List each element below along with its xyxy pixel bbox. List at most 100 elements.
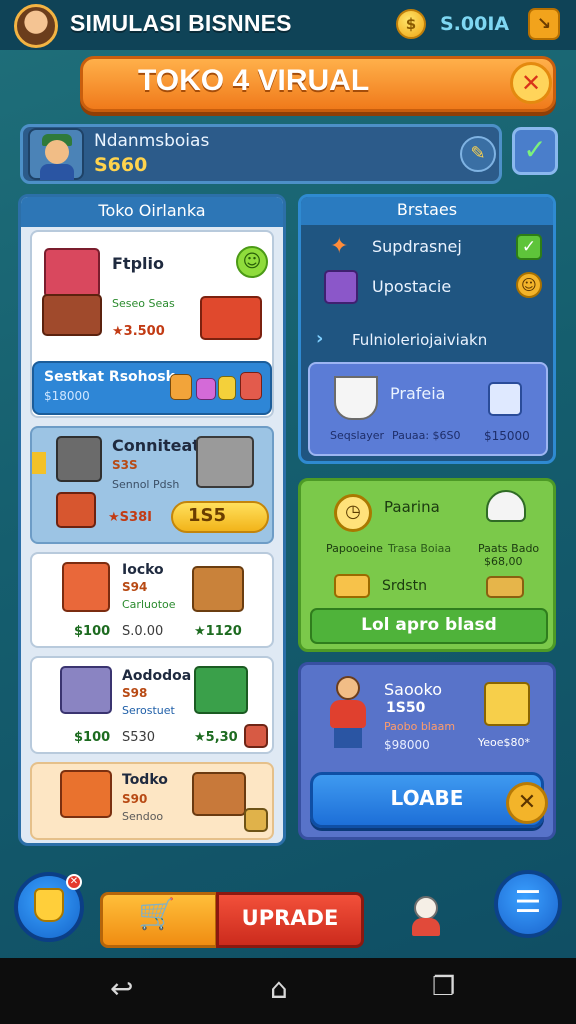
reward-meta: $68,00 [484, 555, 523, 568]
item-star-price: ★5,30 [194, 730, 238, 745]
upgrade-label: UPRADE [241, 906, 339, 930]
confirm-button[interactable]: ✓ [512, 127, 558, 175]
subcard-meta: Pauaa: $6S0 [392, 429, 461, 442]
item-name: Aododoa [122, 668, 192, 684]
box-icon [56, 492, 96, 528]
strip-label: Sestkat Rsohosk [44, 369, 175, 385]
item-code: S98 [122, 686, 148, 700]
system-nav-bar [0, 958, 576, 1024]
item-sub: Sendoo [122, 810, 164, 823]
item-price-secondary: S530 [122, 730, 156, 745]
crate-icon [42, 294, 102, 336]
cart-icon: 🛒 [138, 897, 176, 932]
coin-balance: S.00IA [440, 13, 510, 35]
item-star-price: ★S38I [108, 510, 152, 525]
reward-meta: Paats Bado [478, 542, 540, 555]
worker-sub: Paobo blaam [384, 720, 456, 733]
sparkle-icon: ✦ [330, 234, 349, 259]
item-sub: Sennol Pdsh [112, 478, 180, 491]
app-title: SIMULASI BISNNES [70, 10, 292, 36]
item-code: S94 [122, 580, 148, 594]
worker-title: Saooko [384, 680, 443, 699]
subcard-title: Prafeia [390, 384, 446, 403]
cart-icon [60, 666, 112, 714]
profile-name: Ndanmsboias [94, 131, 210, 151]
bowl-icon [334, 376, 378, 420]
pill-value: 1S5 [188, 505, 227, 526]
item-code: S3S [112, 458, 138, 472]
strip-price: $18000 [44, 389, 90, 403]
item-name: Ftplio [112, 254, 164, 273]
cart-icon [62, 562, 110, 612]
product-icon [218, 376, 236, 400]
worker-price: $98000 [384, 738, 430, 752]
goods-icon [486, 576, 524, 598]
home-icon[interactable]: ⌂ [270, 972, 288, 1005]
item-code: S90 [122, 792, 148, 806]
shop-list-title: Toko Oirlanka [98, 201, 206, 220]
item-price: $100 [74, 730, 111, 745]
crate-icon [192, 566, 244, 612]
item-name: Conniteat [112, 436, 200, 455]
folder-icon [334, 574, 370, 598]
item-price-secondary: S.0.00 [122, 624, 164, 639]
item-sub: Carluotoe [122, 598, 176, 611]
reward-meta: Trasa Boiaa [388, 542, 452, 555]
machine-icon [56, 436, 102, 482]
gift-icon[interactable] [244, 724, 268, 748]
reward-meta: Papooeine [326, 542, 383, 555]
basket-icon [194, 666, 248, 714]
goods-icon [200, 296, 262, 340]
chevron-right-icon[interactable]: › [316, 328, 323, 349]
worker-avatar [326, 676, 370, 750]
wrench-icon[interactable]: ✕ [506, 782, 548, 824]
subcard-meta: Seqslayer [330, 429, 385, 442]
item-name: Iocko [122, 562, 164, 578]
product-icon [170, 374, 192, 400]
item-star-price: ★1120 [194, 624, 242, 639]
product-icon [240, 372, 262, 400]
worker-value: 1S50 [386, 700, 426, 716]
edit-icon[interactable] [244, 808, 268, 832]
profile-avatar[interactable] [28, 128, 84, 180]
mascot-icon[interactable] [408, 896, 444, 938]
crate-icon [192, 772, 246, 816]
menu-button[interactable]: ☰ [494, 870, 562, 938]
item-star-price: ★3.500 [112, 324, 165, 339]
edit-icon[interactable]: ✎ [460, 136, 496, 172]
profile-bar [20, 124, 502, 184]
item-name: Todko [122, 772, 168, 788]
cart-icon [60, 770, 112, 818]
reward-row-label: Srdstn [382, 578, 427, 594]
shop-icon [44, 248, 100, 298]
cart-goods-icon [196, 436, 254, 488]
product-icon [196, 378, 216, 400]
close-button[interactable]: ✕ [510, 62, 552, 104]
recents-icon[interactable]: ❐ [432, 972, 455, 1002]
back-icon[interactable]: ↩ [110, 972, 133, 1005]
status-row-label: Supdrasnej [372, 237, 462, 256]
item-sub: Serostuet [122, 704, 175, 717]
chest-icon [484, 682, 530, 726]
exit-icon[interactable]: ↘ [528, 8, 560, 40]
notification-badge: ✕ [66, 874, 82, 890]
smiley-icon: ☺ [516, 272, 542, 298]
reward-title: Paarina [384, 498, 440, 516]
item-price: $100 [74, 624, 111, 639]
shop-title: TOKO 4 VIRUAL [138, 64, 370, 97]
item-sub: Seseo Seas [112, 297, 175, 310]
coin-icon: $ [396, 9, 426, 39]
expand-label[interactable]: Fulnioleriojaiviakn [352, 331, 487, 349]
package-icon [324, 270, 358, 304]
check-icon[interactable]: ✓ [516, 234, 542, 260]
shield-icon [34, 888, 64, 922]
worker-price-right: Yeoe$80* [478, 736, 531, 749]
tool-icon [488, 382, 522, 416]
status-row-label: Upostacie [372, 277, 452, 296]
reward-action-label: Lol apro blasd [361, 615, 497, 635]
player-avatar[interactable] [14, 4, 58, 48]
tag-marker [32, 452, 46, 474]
profile-value: S660 [94, 154, 148, 176]
clock-icon: ◷ [334, 494, 372, 532]
smiley-icon: ☺ [236, 246, 268, 278]
